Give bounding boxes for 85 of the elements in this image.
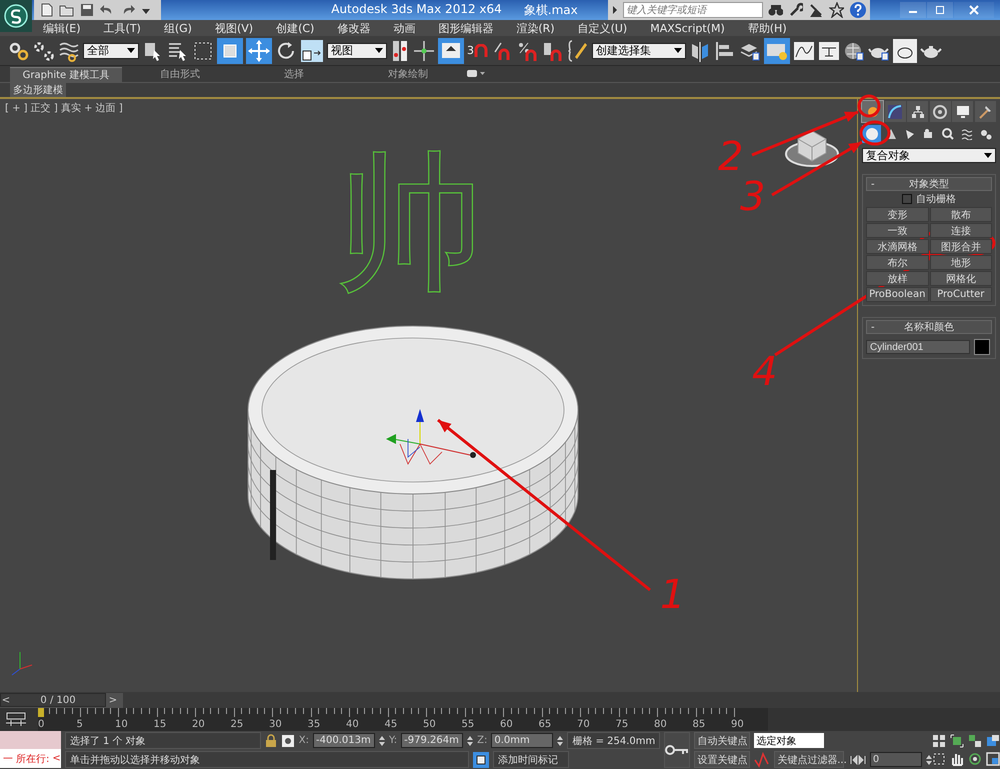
timeline-tick-label: 85: [692, 719, 706, 730]
timeline-tick-label: 10: [115, 719, 128, 730]
ribbon-tab[interactable]: 对象绘制: [352, 66, 464, 82]
menu-item[interactable]: 自定义(U): [578, 20, 628, 36]
timeline-ruler[interactable]: 0 5 10 15 20 25 30 35 40 45 50 55 60 65 70 75 80 85 90: [38, 708, 768, 731]
object-type-button[interactable]: 网格化: [930, 271, 992, 286]
viewport-label[interactable]: [ + ] 正交 ] 真实 + 边面 ]: [5, 101, 123, 115]
object-type-button[interactable]: 水滴网格: [866, 239, 928, 254]
timeline-tick-label: 15: [154, 719, 166, 730]
menu-item[interactable]: 工具(T): [104, 20, 141, 36]
listener-label: 所在行:: [16, 752, 50, 766]
annotation-number: 4: [752, 349, 778, 395]
time-slider-thumb[interactable]: < 0 / 100: [0, 693, 106, 707]
coordinate-field[interactable]: 0.0mm: [491, 733, 554, 748]
grid-size: 栅格 = 254.0mm: [567, 732, 660, 749]
listener-arrow[interactable]: <: [52, 753, 61, 764]
rollout-title: 名称和颜色: [904, 320, 954, 334]
menu-item[interactable]: 渲染(R): [516, 20, 555, 36]
listener-mark: 一: [3, 752, 13, 766]
menu-item[interactable]: 动画: [393, 20, 416, 36]
category-dropdown[interactable]: 复合对象: [862, 148, 996, 163]
autogrid-checkbox[interactable]: 自动栅格: [866, 192, 992, 206]
ribbon-tab[interactable]: 选择: [238, 66, 350, 82]
timeline-tick-label: 45: [384, 719, 398, 730]
app-title: Autodesk 3ds Max 2012 x64: [331, 2, 502, 18]
prompt-text: 单击并拖动以选择并移动对象: [64, 751, 469, 768]
object-type-button[interactable]: 散布: [930, 207, 992, 222]
timeline-tick-label: 50: [423, 719, 436, 730]
selection-filter-dropdown[interactable]: 全部: [83, 42, 139, 58]
selection-info: 选择了 1 个 对象: [64, 732, 261, 749]
ribbon-panel-label[interactable]: 多边形建模: [10, 83, 66, 97]
reference-coordinate-dropdown[interactable]: 视图: [327, 42, 387, 58]
coordinate-field[interactable]: -400.013m: [313, 733, 375, 748]
timeline-tick-label: 70: [577, 719, 590, 730]
object-type-button[interactable]: 变形: [866, 207, 928, 222]
next-frame-button[interactable]: >: [106, 694, 120, 706]
timeline-tick-label: 35: [308, 719, 320, 730]
timeline-tick-label: 65: [538, 719, 552, 730]
timeline-tick-label: 80: [654, 719, 667, 730]
timeline-tick-label: 55: [462, 719, 474, 730]
object-type-button[interactable]: 布尔: [866, 255, 928, 270]
timeline-tick-label: 30: [269, 719, 282, 730]
object-type-button[interactable]: 放样: [866, 271, 928, 286]
search-field[interactable]: 键入关键字或短语: [622, 2, 763, 18]
menu-item[interactable]: 创建(C): [276, 20, 314, 36]
object-type-button[interactable]: 地形: [930, 255, 992, 270]
coordinate-label: Y:: [389, 735, 398, 746]
collapse-toggle[interactable]: -: [871, 178, 875, 190]
named-selection-dropdown[interactable]: 创建选择集: [592, 42, 686, 58]
menu-item[interactable]: 编辑(E): [43, 20, 81, 36]
menu-item[interactable]: 组(G): [164, 20, 192, 36]
timeline-tick-label: 90: [731, 719, 744, 730]
menu-item[interactable]: 图形编辑器: [438, 20, 494, 36]
timeline-tick-label: 0: [38, 719, 44, 730]
timeline-tick-label: 5: [76, 719, 83, 730]
timeline-tick-label: 40: [346, 719, 359, 730]
menu-item[interactable]: 帮助(H): [748, 20, 787, 36]
object-type-button[interactable]: 一致: [866, 223, 928, 238]
key-mode-dropdown[interactable]: 选定对象: [754, 733, 824, 748]
annotation-number: 1: [660, 572, 686, 618]
set-key-button[interactable]: 设置关键点: [694, 751, 750, 768]
timeline-tick-label: 60: [500, 719, 513, 730]
menu-item[interactable]: MAXScript(M): [650, 22, 725, 34]
current-frame-field[interactable]: 0: [870, 752, 922, 767]
ribbon-tab[interactable]: Graphite 建模工具: [10, 66, 122, 82]
auto-key-button[interactable]: 自动关键点: [694, 732, 750, 749]
file-name: 象棋.max: [524, 2, 578, 18]
object-name-field[interactable]: Cylinder001: [866, 340, 970, 354]
calligraphy-text: 帅: [335, 136, 485, 310]
snap-toggle-button[interactable]: 3: [467, 44, 489, 58]
object-type-button[interactable]: ProBoolean: [866, 287, 928, 302]
timeline-tick-label: 75: [616, 719, 628, 730]
coordinate-field[interactable]: -979.264m: [401, 733, 464, 748]
ribbon-tab[interactable]: 自由形式: [124, 66, 236, 82]
menu-item[interactable]: 修改器: [337, 20, 370, 36]
rollout-title: 对象类型: [909, 178, 949, 191]
object-type-button[interactable]: ProCutter: [930, 287, 992, 302]
menu-item[interactable]: 视图(V): [214, 20, 254, 36]
coordinate-label: X:: [298, 735, 309, 746]
timeline-tick-label: 25: [230, 719, 244, 730]
key-filters-button[interactable]: 关键点过滤器...: [774, 751, 844, 768]
timeline-tick-label: 20: [192, 719, 205, 730]
collapse-toggle[interactable]: -: [871, 322, 875, 332]
coordinate-label: Z:: [477, 735, 488, 746]
add-time-tag[interactable]: 添加时间标记: [492, 751, 569, 768]
